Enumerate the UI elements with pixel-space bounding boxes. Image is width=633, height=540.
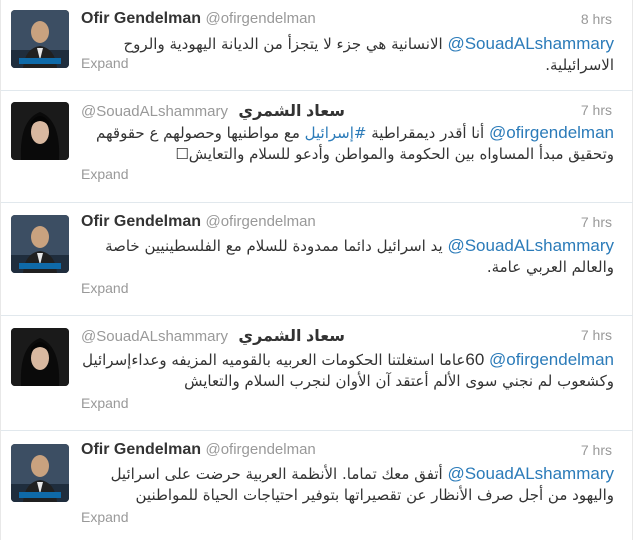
author-name[interactable]: سعاد الشمري <box>238 328 345 345</box>
expand-link[interactable]: Expand <box>81 55 128 71</box>
tweet-text: @ofirgendelman أنا أقدر ديمقراطية #إسرائ… <box>81 122 614 165</box>
tweet-text: 60 @ofirgendelmanعاما استغلتنا الحكومات … <box>81 349 614 392</box>
man-avatar-icon <box>11 10 69 68</box>
expand-link[interactable]: Expand <box>81 280 128 296</box>
woman-avatar-icon <box>11 102 69 160</box>
expand-link[interactable]: Expand <box>81 166 128 182</box>
tweet-time[interactable]: 7 hrs <box>581 442 612 458</box>
expand-link[interactable]: Expand <box>81 509 128 525</box>
tweet[interactable]: @SouadALshammary سعاد الشمري 7 hrs 60 @o… <box>1 316 633 431</box>
tweet-time[interactable]: 7 hrs <box>581 214 612 230</box>
tweet-header: @SouadALshammary سعاد الشمري 7 hrs <box>81 326 614 345</box>
mention-link[interactable]: @ofirgendelman <box>489 123 614 142</box>
tweet-header: Ofir Gendelman @ofirgendelman 8 hrs <box>81 10 614 28</box>
tweet-time[interactable]: 7 hrs <box>581 102 612 118</box>
tweet-text: @SouadALshammary الانسانية هي جزء لا يتج… <box>81 33 615 76</box>
man-avatar-icon <box>11 215 69 273</box>
author-name[interactable]: سعاد الشمري <box>238 103 345 120</box>
avatar-ofir[interactable] <box>11 215 69 273</box>
tweet-text-content: أنا أقدر ديمقراطية <box>366 124 489 142</box>
tweet[interactable]: Ofir Gendelman @ofirgendelman 7 hrs @Sou… <box>1 203 633 316</box>
mention-prefix: 60 <box>465 350 489 369</box>
mention-link[interactable]: @SouadALshammary <box>447 34 614 53</box>
mention-link[interactable]: @SouadALshammary <box>447 236 614 255</box>
avatar-souad[interactable] <box>11 328 69 386</box>
author-name[interactable]: Ofir Gendelman <box>81 441 201 458</box>
mention-link[interactable]: @ofirgendelman <box>489 350 614 369</box>
man-avatar-icon <box>11 444 69 502</box>
hashtag-link[interactable]: #إسرائيل <box>305 124 367 142</box>
tweet[interactable]: Ofir Gendelman @ofirgendelman 8 hrs @Sou… <box>1 0 633 91</box>
author-screen-name[interactable]: @SouadALshammary <box>81 328 228 345</box>
tweet[interactable]: Ofir Gendelman @ofirgendelman 7 hrs @Sou… <box>1 431 633 540</box>
author-screen-name[interactable]: @ofirgendelman <box>205 441 315 458</box>
tweet-text: @SouadALshammary أتفق معك تماما. الأنظمة… <box>81 463 614 506</box>
tweet-header: @SouadALshammary سعاد الشمري 7 hrs <box>81 101 614 120</box>
tweet-header: Ofir Gendelman @ofirgendelman 7 hrs <box>81 213 614 231</box>
tweet-text: @SouadALshammary يد اسرائيل دائما ممدودة… <box>81 235 614 278</box>
avatar-ofir[interactable] <box>11 444 69 502</box>
tweet-timeline: Ofir Gendelman @ofirgendelman 8 hrs @Sou… <box>0 0 633 540</box>
avatar-souad[interactable] <box>11 102 69 160</box>
woman-avatar-icon <box>11 328 69 386</box>
author-screen-name[interactable]: @ofirgendelman <box>205 10 315 27</box>
author-name[interactable]: Ofir Gendelman <box>81 10 201 27</box>
author-name[interactable]: Ofir Gendelman <box>81 213 201 230</box>
expand-link[interactable]: Expand <box>81 395 128 411</box>
avatar-ofir[interactable] <box>11 10 69 68</box>
author-screen-name[interactable]: @ofirgendelman <box>205 213 315 230</box>
author-screen-name[interactable]: @SouadALshammary <box>81 103 228 120</box>
tweet-header: Ofir Gendelman @ofirgendelman 7 hrs <box>81 441 614 459</box>
tweet-time[interactable]: 7 hrs <box>581 327 612 343</box>
mention-link[interactable]: @SouadALshammary <box>447 464 614 483</box>
tweet[interactable]: @SouadALshammary سعاد الشمري 7 hrs @ofir… <box>1 91 633 203</box>
tweet-time[interactable]: 8 hrs <box>581 11 612 27</box>
